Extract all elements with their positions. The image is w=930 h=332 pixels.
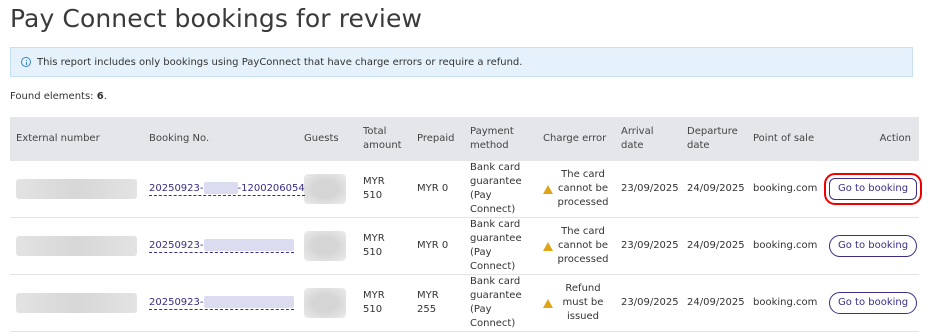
go-to-booking-button[interactable]: Go to booking: [829, 235, 918, 257]
external-number-cell: [10, 218, 143, 275]
info-banner: This report includes only bookings using…: [10, 47, 913, 77]
info-icon: [21, 57, 31, 67]
redacted-external-number: [16, 179, 137, 199]
arrival-date-cell: 23/09/2025: [621, 240, 679, 251]
go-to-booking-button[interactable]: Go to booking: [829, 292, 918, 314]
booking-prefix: 20250923-: [149, 183, 204, 194]
table-row: 20250923- MYR 510 MYR 0 Bank card guaran…: [10, 218, 919, 275]
payment-method-cell: Bank card guarantee (Pay Connect): [470, 219, 522, 272]
table-header-row: External number Booking No. Guests Total…: [10, 117, 919, 161]
booking-suffix: -1200206054: [237, 183, 305, 194]
guests-cell: [298, 218, 357, 275]
booking-no-cell: 20250923- -1200206054: [143, 161, 305, 218]
payment-method-cell: Bank card guarantee (Pay Connect): [470, 162, 522, 215]
col-charge-error[interactable]: Charge error: [537, 117, 615, 161]
redacted-guest: [304, 174, 346, 204]
charge-error-text: Refund must be issued: [562, 283, 604, 322]
col-total-amount[interactable]: Total amount: [357, 117, 411, 161]
prepaid-cell: MYR 0: [417, 240, 449, 251]
external-number-cell: [10, 161, 143, 218]
bookings-table: External number Booking No. Guests Total…: [10, 117, 923, 332]
arrival-date-cell: 23/09/2025: [621, 297, 679, 308]
guests-cell: [298, 275, 357, 332]
col-payment-method[interactable]: Payment method: [464, 117, 537, 161]
warning-icon: [543, 298, 553, 308]
charge-error-text: The card cannot be processed: [557, 169, 609, 208]
info-text: This report includes only bookings using…: [37, 56, 523, 68]
guests-cell: [298, 161, 357, 218]
found-suffix: .: [103, 91, 107, 102]
col-guests[interactable]: Guests: [298, 117, 357, 161]
total-amount-cell: MYR 510: [363, 176, 385, 201]
point-of-sale-cell: booking.com: [753, 240, 818, 251]
arrival-date-cell: 23/09/2025: [621, 183, 679, 194]
booking-prefix: 20250923-: [149, 240, 204, 251]
found-elements: Found elements: 6.: [10, 91, 107, 102]
warning-icon: [543, 241, 553, 251]
departure-date-cell: 24/09/2025: [687, 183, 745, 194]
table-row: 20250923- MYR 510 MYR 255 Bank card guar…: [10, 275, 919, 332]
charge-error-text: The card cannot be processed: [557, 226, 609, 265]
prepaid-cell: MYR 0: [417, 183, 449, 194]
redacted-booking-part: [203, 182, 238, 194]
col-external-number[interactable]: External number: [10, 117, 143, 161]
redacted-guest: [304, 288, 346, 318]
found-count: 6: [96, 91, 104, 102]
col-booking-no[interactable]: Booking No.: [143, 117, 298, 161]
col-action: Action: [879, 133, 911, 144]
action-cell: Go to booking: [823, 275, 919, 332]
booking-number-link[interactable]: 20250923-: [149, 296, 294, 310]
total-amount-cell: MYR 510: [363, 290, 385, 315]
found-label: Found elements:: [10, 91, 97, 102]
redacted-external-number: [16, 293, 137, 313]
booking-no-cell: 20250923-: [143, 218, 298, 275]
warning-icon: [543, 184, 553, 194]
redacted-guest: [304, 231, 346, 261]
booking-number-link[interactable]: 20250923- -1200206054: [149, 182, 305, 196]
charge-error-cell: The card cannot be processed: [537, 218, 615, 275]
departure-date-cell: 24/09/2025: [687, 240, 745, 251]
booking-no-cell: 20250923-: [143, 275, 298, 332]
go-to-booking-button[interactable]: Go to booking: [823, 173, 923, 205]
col-departure-date[interactable]: Departure date: [681, 117, 747, 161]
payment-method-cell: Bank card guarantee (Pay Connect): [470, 276, 522, 329]
external-number-cell: [10, 275, 143, 332]
point-of-sale-cell: booking.com: [753, 183, 818, 194]
page-title: Pay Connect bookings for review: [10, 4, 422, 33]
redacted-booking-part: [203, 239, 294, 251]
prepaid-cell: MYR 255: [417, 290, 439, 315]
col-prepaid[interactable]: Prepaid: [411, 117, 464, 161]
point-of-sale-cell: booking.com: [753, 297, 818, 308]
charge-error-cell: The card cannot be processed: [537, 161, 615, 218]
departure-date-cell: 24/09/2025: [687, 297, 745, 308]
booking-number-link[interactable]: 20250923-: [149, 239, 294, 253]
charge-error-cell: Refund must be issued: [537, 275, 615, 332]
redacted-booking-part: [203, 296, 294, 308]
col-arrival-date[interactable]: Arrival date: [615, 117, 681, 161]
action-cell: Go to booking: [823, 218, 919, 275]
col-point-of-sale[interactable]: Point of sale: [747, 117, 823, 161]
table-row: 20250923- -1200206054 MYR 510 MYR 0 Bank …: [10, 161, 923, 218]
redacted-external-number: [16, 236, 137, 256]
booking-prefix: 20250923-: [149, 297, 204, 308]
total-amount-cell: MYR 510: [363, 233, 385, 258]
action-cell: Go to booking: [823, 161, 923, 218]
